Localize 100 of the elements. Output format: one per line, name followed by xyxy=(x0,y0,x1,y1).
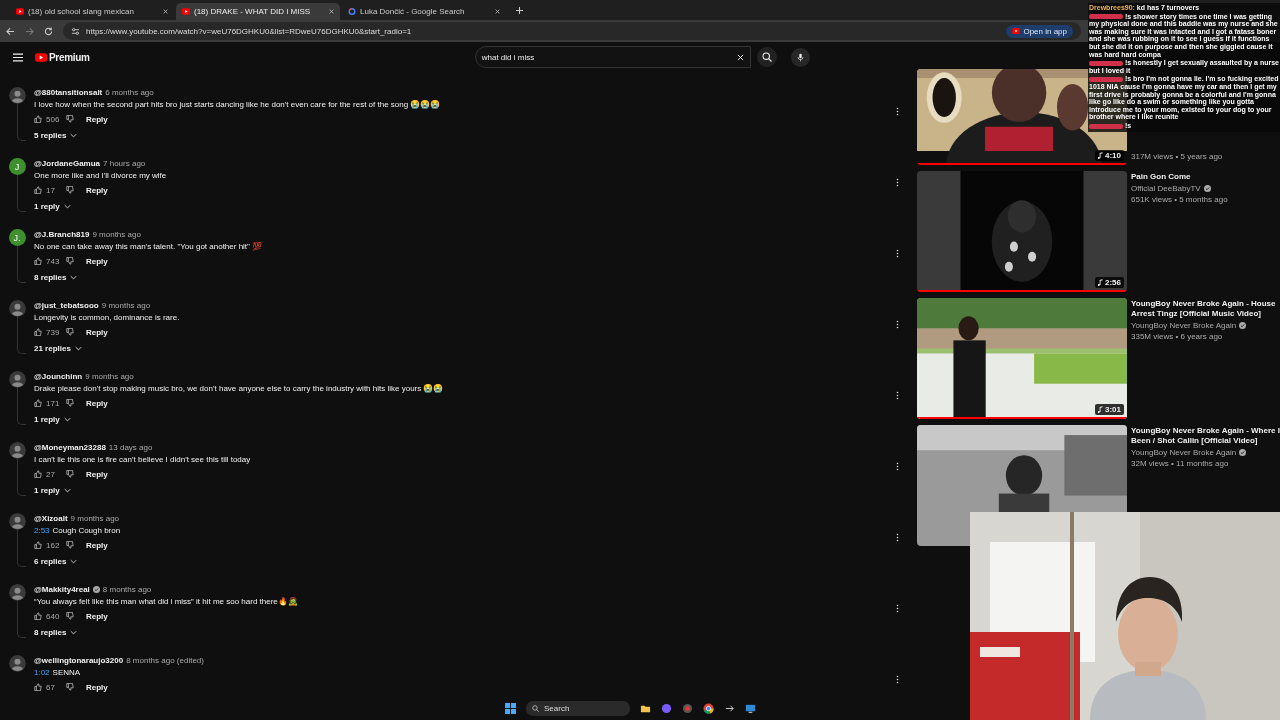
reply-button[interactable]: Reply xyxy=(78,398,108,408)
comment-author[interactable]: @Jounchinn xyxy=(34,372,83,381)
comment-author[interactable]: @wellingtonaraujo3200 xyxy=(34,656,124,665)
dislike-icon[interactable] xyxy=(66,186,74,194)
forward-icon[interactable] xyxy=(25,26,34,36)
address-bar[interactable]: https://www.youtube.com/watch?v=weU76DGHKU0&list=RDweU76DGHKU0&start_radio=1 Open in app xyxy=(63,22,1081,40)
monitor-icon[interactable] xyxy=(745,702,756,714)
search-field[interactable]: what did i miss xyxy=(474,46,751,68)
replies-toggle[interactable]: 1 reply xyxy=(34,486,71,495)
like-icon[interactable] xyxy=(34,399,42,407)
video-title[interactable]: Pain Gon Come xyxy=(1131,172,1280,182)
dislike-icon[interactable] xyxy=(66,612,74,620)
reply-button[interactable]: Reply xyxy=(78,611,108,621)
comment-time[interactable]: 8 months ago xyxy=(102,585,152,594)
close-icon[interactable] xyxy=(495,9,500,14)
replies-toggle[interactable]: 8 replies xyxy=(34,273,78,282)
like-icon[interactable] xyxy=(34,115,42,123)
comment-author[interactable]: @Makkity4real xyxy=(34,585,90,594)
clear-icon[interactable] xyxy=(736,53,744,61)
replies-toggle[interactable]: 1 reply xyxy=(34,202,71,211)
close-icon[interactable] xyxy=(163,9,168,14)
avatar-icon[interactable] xyxy=(8,87,26,104)
comment-author[interactable]: @Moneyman23288 xyxy=(34,443,106,452)
search-button[interactable] xyxy=(756,47,777,67)
replies-toggle[interactable]: 8 replies xyxy=(34,628,78,637)
replies-toggle[interactable]: 1 reply xyxy=(34,415,71,424)
dislike-icon[interactable] xyxy=(66,257,74,265)
channel-name[interactable]: YoungBoy Never Broke Again xyxy=(1131,448,1237,457)
dislike-icon[interactable] xyxy=(66,541,74,549)
like-icon[interactable] xyxy=(34,186,42,194)
dislike-icon[interactable] xyxy=(66,399,74,407)
reply-button[interactable]: Reply xyxy=(78,256,108,266)
dislike-icon[interactable] xyxy=(66,115,74,123)
avatar-icon[interactable] xyxy=(8,371,26,388)
comment-time[interactable]: 9 months ago xyxy=(92,230,141,239)
avatar-icon[interactable] xyxy=(8,300,26,317)
reply-button[interactable]: Reply xyxy=(78,682,108,692)
like-icon[interactable] xyxy=(34,257,42,265)
avatar-icon[interactable] xyxy=(8,655,26,672)
comment-author[interactable]: @just_tebatsooo xyxy=(34,301,99,310)
avatar-icon[interactable] xyxy=(8,442,26,459)
comment-author[interactable]: @880tansitionsalt xyxy=(34,88,103,97)
browser-tab[interactable]: Luka Dončić - Google Search xyxy=(342,3,506,20)
new-tab-icon[interactable] xyxy=(516,6,523,14)
reply-button[interactable]: Reply xyxy=(78,185,108,195)
comment-time[interactable]: 9 months ago xyxy=(70,514,120,523)
comment-time[interactable]: 8 months ago (edited) xyxy=(126,656,204,665)
comment-author[interactable]: @JordaneGamua xyxy=(34,159,101,168)
channel-name[interactable]: YoungBoy Never Broke Again xyxy=(1131,321,1237,330)
back-icon[interactable] xyxy=(6,26,15,36)
channel-name[interactable]: Official DeeBabyTV xyxy=(1131,184,1201,193)
avatar[interactable]: J xyxy=(8,158,26,175)
logo-text[interactable]: Premium xyxy=(49,51,90,63)
replies-toggle[interactable]: 5 replies xyxy=(34,131,78,140)
comment-author[interactable]: @Xizoalt xyxy=(34,514,68,523)
like-count: 739 xyxy=(46,327,61,337)
close-icon[interactable] xyxy=(329,9,334,14)
comment-time[interactable]: 7 hours ago xyxy=(103,159,146,168)
avatar-icon[interactable] xyxy=(8,513,26,530)
reply-button[interactable]: Reply xyxy=(78,469,108,479)
replies-toggle[interactable]: 21 replies xyxy=(34,344,82,353)
windows-icon[interactable] xyxy=(505,702,516,714)
browser-tab[interactable]: (18) DRAKE - WHAT DID I MISS xyxy=(176,3,340,20)
like-icon[interactable] xyxy=(34,328,42,336)
record-icon[interactable] xyxy=(682,702,693,714)
site-settings-icon[interactable] xyxy=(71,26,80,36)
timestamp-link[interactable]: 1:02 xyxy=(34,667,50,677)
video-title[interactable]: YoungBoy Never Broke Again - House Arrest Tingz [Official Music Video] xyxy=(1131,299,1280,319)
comment-time[interactable]: 9 months ago xyxy=(85,372,134,381)
avatar-icon[interactable] xyxy=(8,584,26,601)
dislike-icon[interactable] xyxy=(66,328,74,336)
chrome-icon[interactable] xyxy=(703,702,714,714)
like-count: 506 xyxy=(46,114,61,124)
like-icon[interactable] xyxy=(34,683,42,691)
like-count: 171 xyxy=(46,398,61,408)
comment-time[interactable]: 13 days ago xyxy=(108,443,153,452)
video-title[interactable]: YoungBoy Never Broke Again - Where I Been / Shot Callin [Official Video] xyxy=(1131,426,1280,446)
comment-time[interactable]: 6 months ago xyxy=(105,88,154,97)
taskbar-search[interactable]: Search xyxy=(526,700,630,716)
like-count: 67 xyxy=(46,682,56,692)
comment-author[interactable]: @J.Branch819 xyxy=(34,230,90,239)
dislike-icon[interactable] xyxy=(66,470,74,478)
browser-tab[interactable]: (18) old school slang mexican xyxy=(10,3,174,20)
avatar[interactable]: J. xyxy=(8,229,26,246)
like-icon[interactable] xyxy=(34,541,42,549)
comment-time[interactable]: 9 months ago xyxy=(101,301,151,310)
microphone-button[interactable] xyxy=(790,47,810,67)
timestamp-link[interactable]: 2:53 xyxy=(34,525,50,535)
reply-button[interactable]: Reply xyxy=(78,540,108,550)
replies-toggle[interactable]: 6 replies xyxy=(34,557,78,566)
reply-button[interactable]: Reply xyxy=(78,327,108,337)
reload-icon[interactable] xyxy=(44,26,53,36)
video-stats: 317M views • 5 years ago xyxy=(1131,152,1224,161)
open-in-app-button[interactable]: Open in app xyxy=(1006,24,1073,38)
dislike-icon[interactable] xyxy=(66,683,74,691)
reply-button[interactable]: Reply xyxy=(78,114,108,124)
like-icon[interactable] xyxy=(34,470,42,478)
menu-icon[interactable] xyxy=(13,52,23,62)
like-icon[interactable] xyxy=(34,612,42,620)
youtube-logo-icon[interactable] xyxy=(35,52,47,62)
